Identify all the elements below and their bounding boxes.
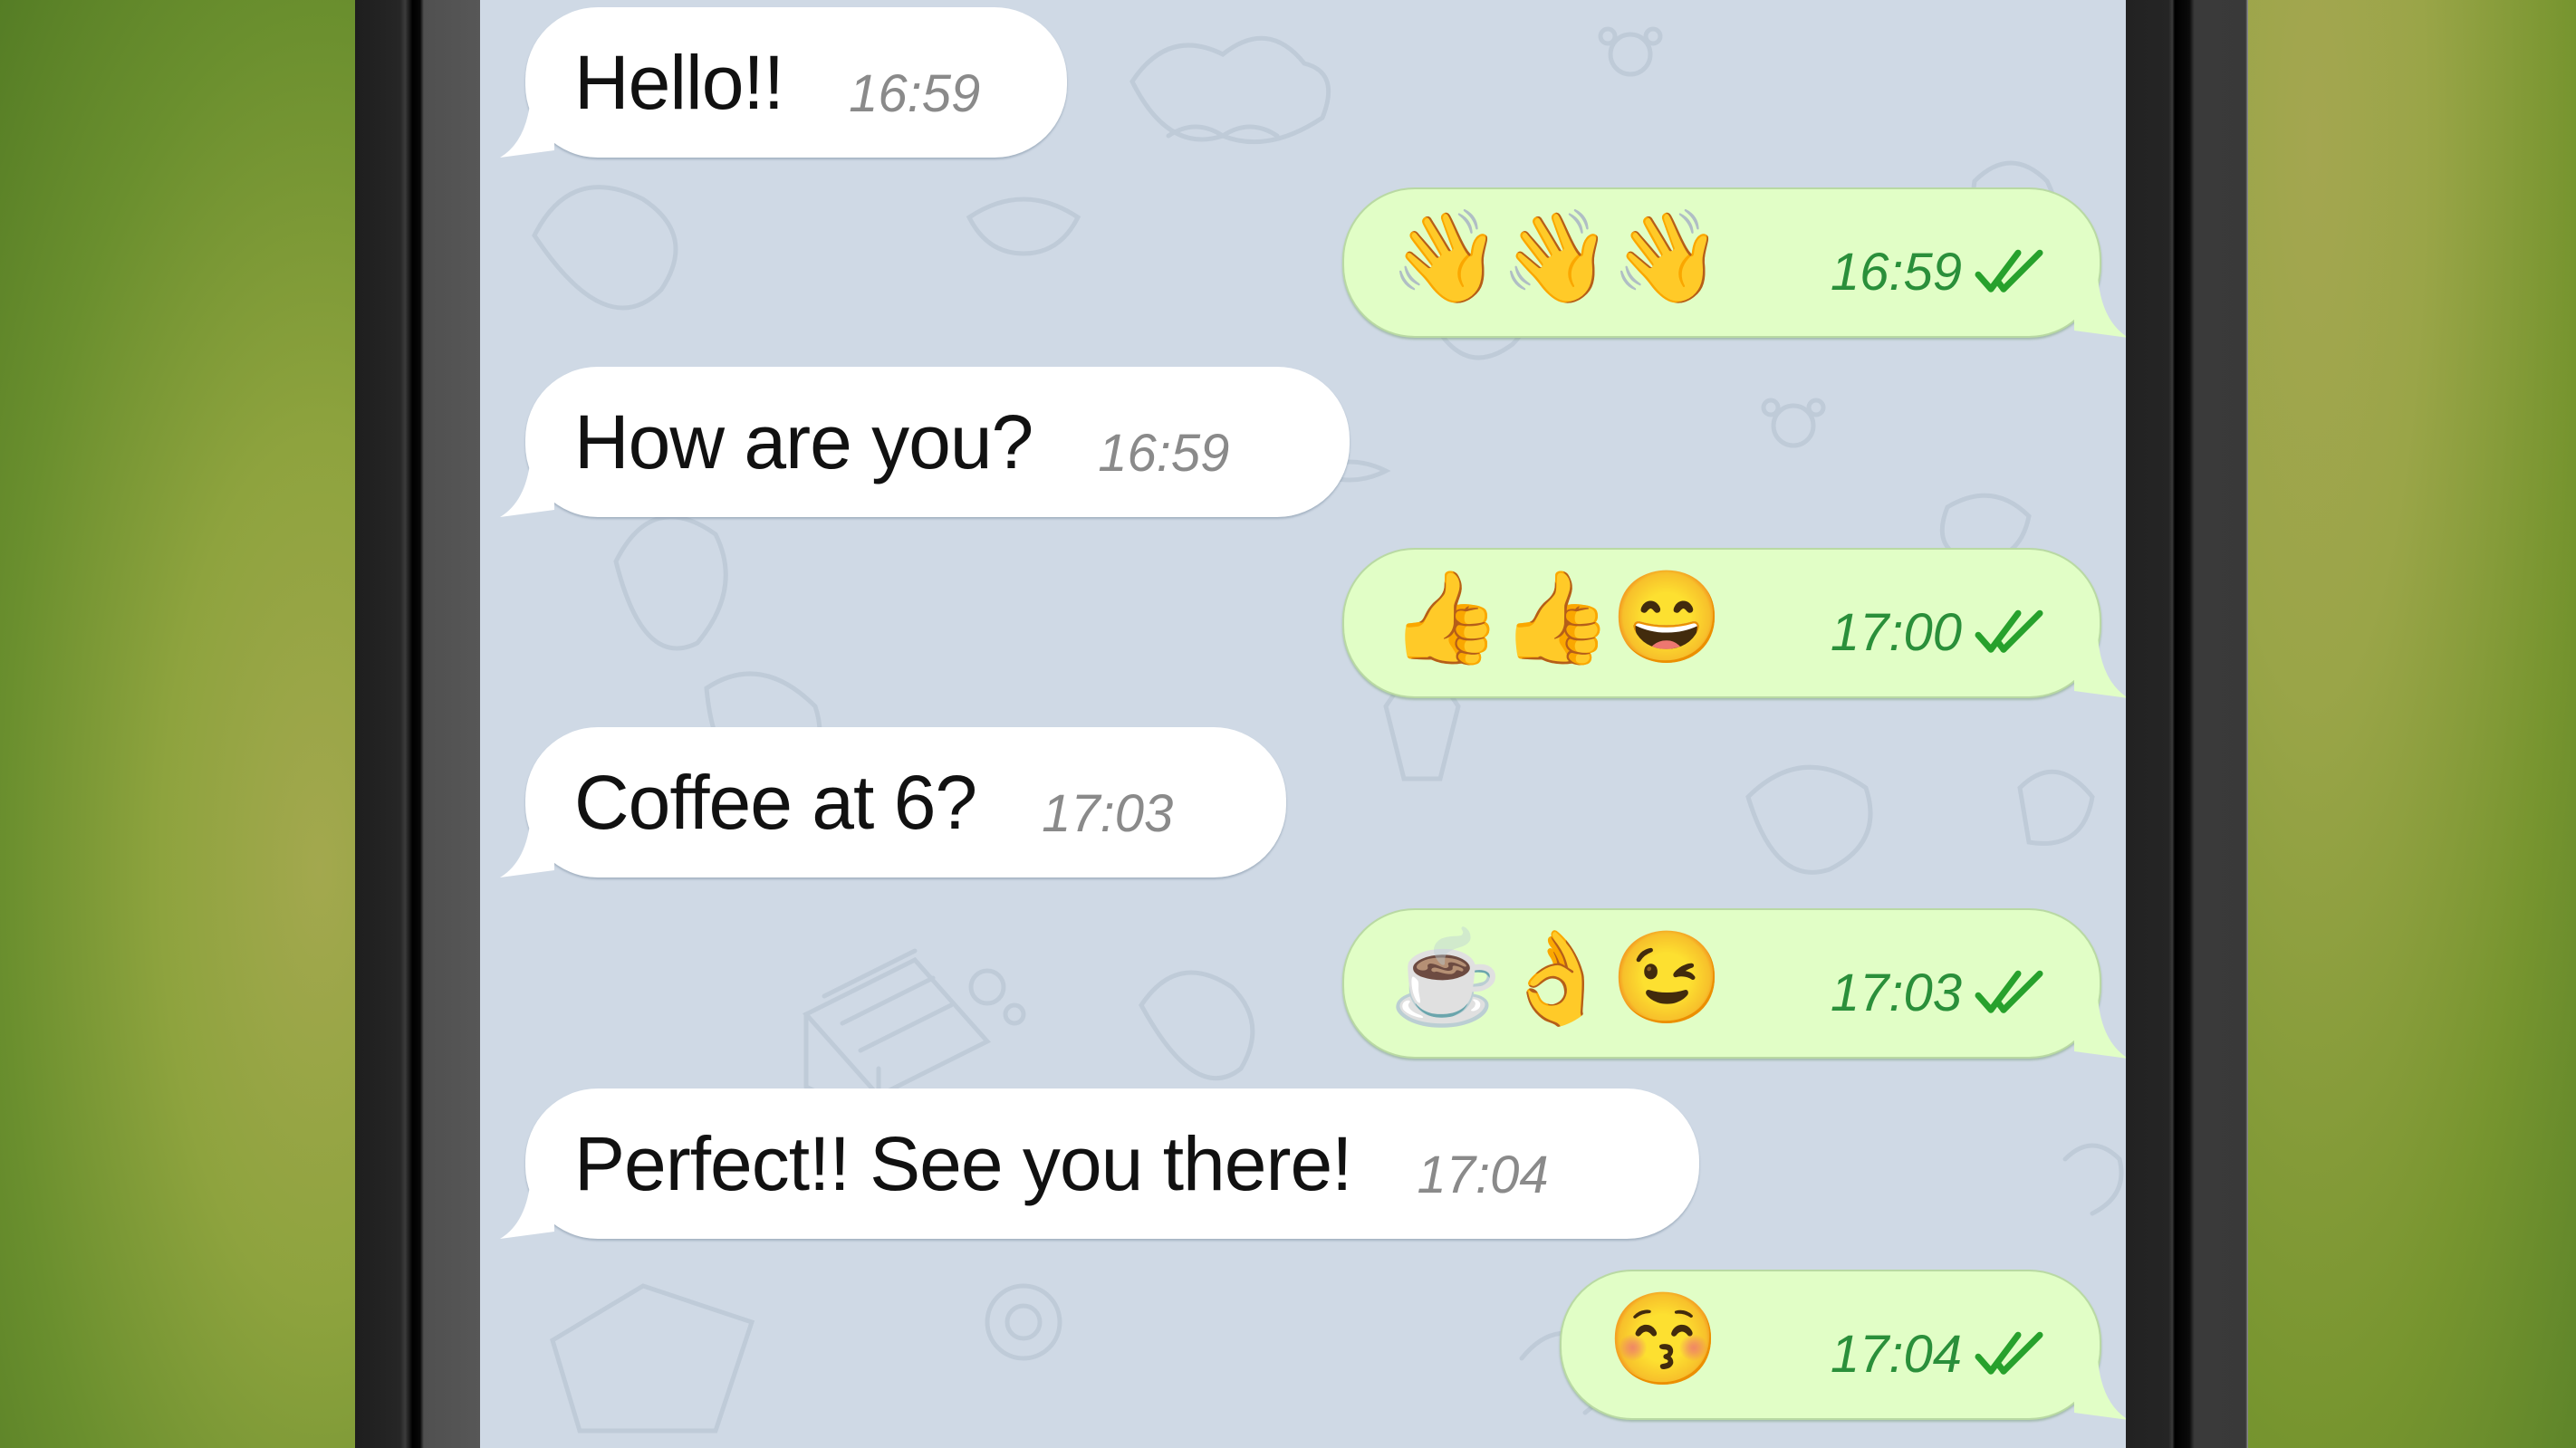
background-left bbox=[0, 0, 355, 1448]
double-check-read-icon bbox=[1975, 609, 2043, 653]
bubble-tail bbox=[500, 816, 554, 877]
waving-hand-icon: 👋 bbox=[1610, 206, 1724, 308]
thumbs-up-icon: 👍 bbox=[1389, 567, 1503, 668]
emoji-row: ☕ 👌 😉 bbox=[1389, 927, 1724, 1034]
message-outgoing[interactable]: 👍 👍 😄 17:00 bbox=[1342, 548, 2126, 698]
emoji-row: 👋 👋 👋 bbox=[1389, 206, 1724, 313]
bubble-tail bbox=[2074, 1358, 2126, 1420]
message-meta: 17:04 bbox=[1831, 1324, 2049, 1385]
double-check-read-icon bbox=[1975, 1331, 2043, 1375]
message-incoming[interactable]: Coffee at 6? 17:03 bbox=[500, 727, 1286, 877]
thumbs-up-icon: 👍 bbox=[1500, 567, 1613, 668]
bubble-tail bbox=[2074, 997, 2126, 1059]
message-text: How are you? bbox=[574, 398, 1033, 484]
chat-screen: Hello!! 16:59 👋 👋 👋 16:59 How are you? 1… bbox=[480, 0, 2126, 1448]
message-time: 17:04 bbox=[1830, 1325, 1962, 1385]
bubble-tail bbox=[500, 96, 554, 158]
message-text: Hello!! bbox=[574, 39, 784, 125]
phone-frame-right bbox=[2126, 0, 2248, 1448]
double-check-read-icon bbox=[1975, 970, 2043, 1013]
message-outgoing[interactable]: 👋 👋 👋 16:59 bbox=[1342, 187, 2126, 338]
message-incoming[interactable]: Hello!! 16:59 bbox=[500, 7, 1067, 158]
message-time: 16:59 bbox=[1830, 243, 1962, 302]
message-time: 17:00 bbox=[1830, 603, 1962, 663]
message-time: 17:03 bbox=[1042, 783, 1174, 843]
message-outgoing[interactable]: 😚 17:04 bbox=[1560, 1270, 2126, 1420]
message-meta: 16:59 bbox=[1831, 242, 2049, 302]
kissing-face-icon: 😚 bbox=[1607, 1289, 1720, 1390]
message-time: 16:59 bbox=[849, 63, 981, 123]
message-time: 17:03 bbox=[1830, 964, 1962, 1023]
ok-hand-icon: 👌 bbox=[1500, 927, 1613, 1029]
phone-frame-left bbox=[355, 0, 480, 1448]
message-time: 16:59 bbox=[1098, 423, 1230, 483]
double-check-read-icon bbox=[1975, 249, 2043, 292]
message-meta: 17:00 bbox=[1831, 602, 2049, 663]
winking-face-icon: 😉 bbox=[1610, 927, 1724, 1029]
message-incoming[interactable]: Perfect!! See you there! 17:04 bbox=[500, 1088, 1699, 1239]
waving-hand-icon: 👋 bbox=[1500, 206, 1613, 308]
grinning-face-icon: 😄 bbox=[1610, 567, 1724, 668]
bubble-tail bbox=[2074, 637, 2126, 698]
background-right bbox=[2248, 0, 2576, 1448]
bubble-tail bbox=[2074, 276, 2126, 338]
waving-hand-icon: 👋 bbox=[1389, 206, 1503, 308]
emoji-row: 👍 👍 😄 bbox=[1389, 567, 1724, 674]
bubble-tail bbox=[500, 1177, 554, 1239]
message-text: Perfect!! See you there! bbox=[574, 1120, 1352, 1206]
message-incoming[interactable]: How are you? 16:59 bbox=[500, 367, 1350, 517]
message-time: 17:04 bbox=[1417, 1145, 1549, 1204]
message-meta: 17:03 bbox=[1831, 963, 2049, 1023]
message-text: Coffee at 6? bbox=[574, 759, 977, 845]
message-outgoing[interactable]: ☕ 👌 😉 17:03 bbox=[1342, 908, 2126, 1059]
emoji-row: 😚 bbox=[1607, 1289, 1720, 1395]
hot-coffee-icon: ☕ bbox=[1389, 927, 1503, 1029]
bubble-tail bbox=[500, 455, 554, 517]
